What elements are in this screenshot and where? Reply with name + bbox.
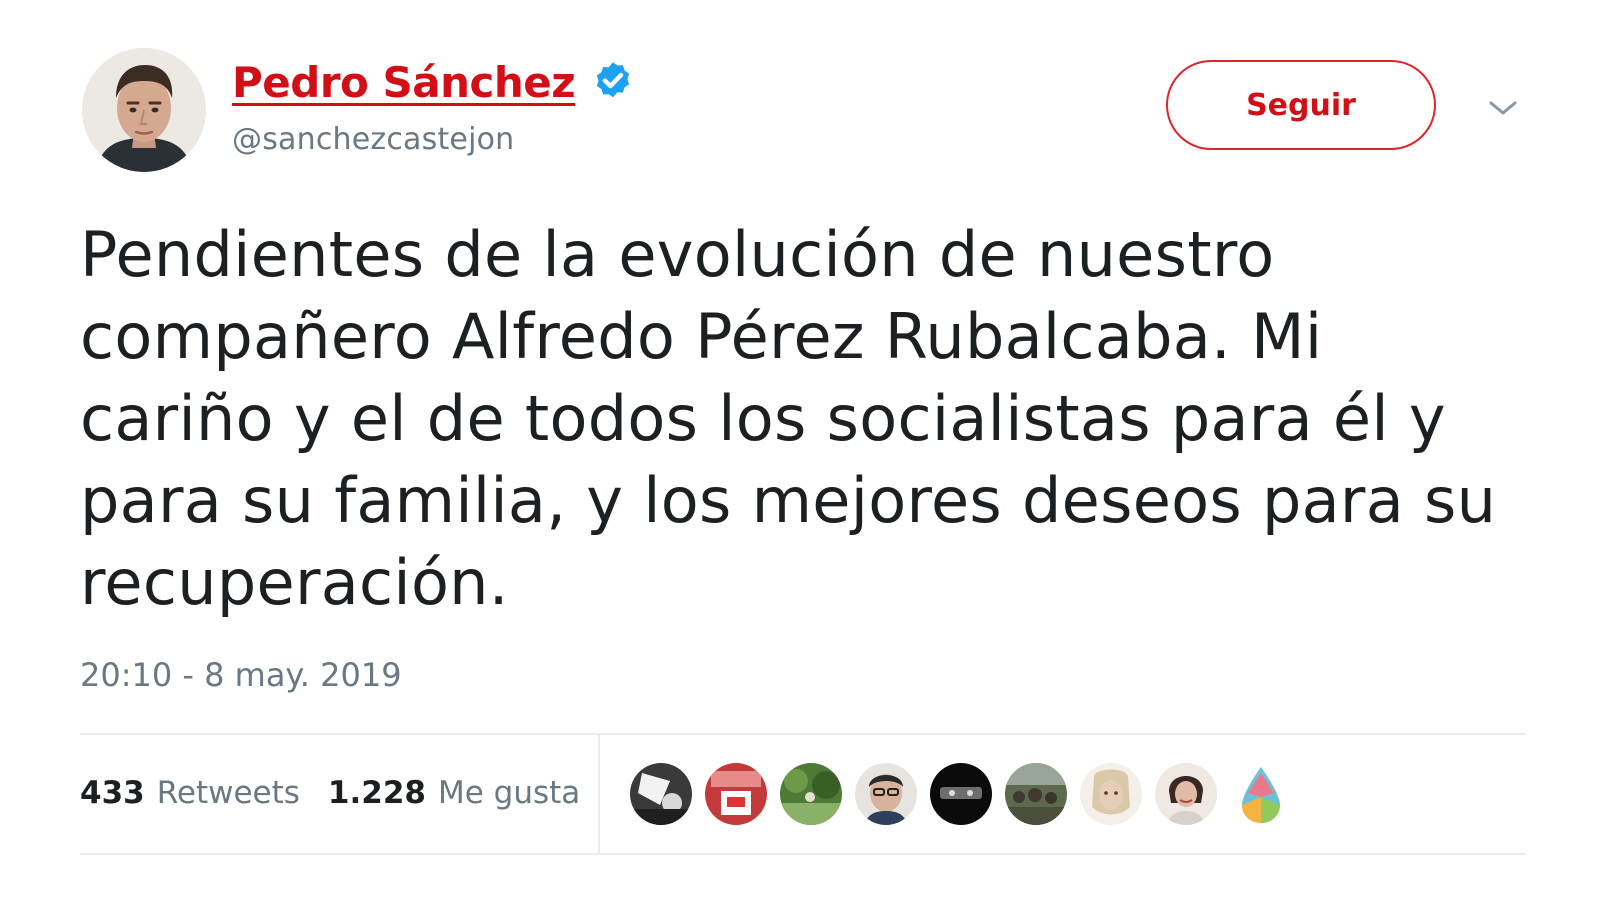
stats-divider: [598, 735, 600, 853]
liker-avatar[interactable]: [1005, 763, 1067, 825]
divider: [80, 853, 1526, 855]
retweets-stat[interactable]: 433 Retweets: [80, 775, 300, 811]
liker-avatar-8-icon: [1155, 763, 1217, 825]
chevron-down-icon[interactable]: [1486, 96, 1520, 120]
liker-avatar[interactable]: [705, 763, 767, 825]
liker-avatar[interactable]: [1230, 763, 1292, 825]
liker-avatar[interactable]: [930, 763, 992, 825]
liker-avatar[interactable]: [855, 763, 917, 825]
retweets-label: Retweets: [156, 775, 300, 811]
tweet-timestamp[interactable]: 20:10 - 8 may. 2019: [80, 656, 402, 694]
likers-list: [630, 763, 1305, 825]
liker-avatar-4-icon: [855, 763, 917, 825]
liker-avatar-3-icon: [780, 763, 842, 825]
liker-avatar[interactable]: [780, 763, 842, 825]
liker-avatar-9-icon: [1230, 763, 1292, 825]
likes-stat[interactable]: 1.228 Me gusta: [328, 775, 580, 811]
liker-avatar-1-icon: [630, 763, 692, 825]
likes-count: 1.228: [327, 775, 426, 811]
liker-avatar-7-icon: [1080, 763, 1142, 825]
likes-label: Me gusta: [437, 775, 581, 811]
liker-avatar[interactable]: [1080, 763, 1142, 825]
divider: [80, 733, 1526, 735]
author-name[interactable]: Pedro Sánchez: [232, 58, 576, 107]
profile-photo-icon: [82, 48, 206, 172]
author-avatar[interactable]: [82, 48, 206, 172]
liker-avatar[interactable]: [630, 763, 692, 825]
tweet-text-line: cariño y el de todos los socialistas par…: [80, 382, 1446, 455]
tweet-text-line: compañero Alfredo Pérez Rubalcaba. Mi: [80, 300, 1323, 373]
liker-avatar[interactable]: [1155, 763, 1217, 825]
author-name-row: Pedro Sánchez: [232, 54, 635, 110]
follow-button[interactable]: Seguir: [1166, 60, 1436, 150]
verified-badge-icon: [597, 62, 630, 98]
tweet-text-line: para su familia, y los mejores deseos pa…: [80, 464, 1497, 537]
liker-avatar-2-icon: [705, 763, 767, 825]
liker-avatar-6-icon: [1005, 763, 1067, 825]
tweet-stats: 433 Retweets 1.228 Me gusta: [80, 770, 580, 816]
tweet-text: Pendientes de la evolución de nuestro co…: [80, 214, 1530, 624]
tweet-card: Pedro Sánchez @sanchezcastejon Seguir Pe…: [0, 0, 1600, 900]
tweet-text-line: Pendientes de la evolución de nuestro: [80, 218, 1275, 291]
liker-avatar-5-icon: [930, 763, 992, 825]
retweets-count: 433: [80, 775, 145, 811]
author-handle[interactable]: @sanchezcastejon: [232, 122, 514, 157]
tweet-text-line: recuperación.: [80, 546, 509, 619]
